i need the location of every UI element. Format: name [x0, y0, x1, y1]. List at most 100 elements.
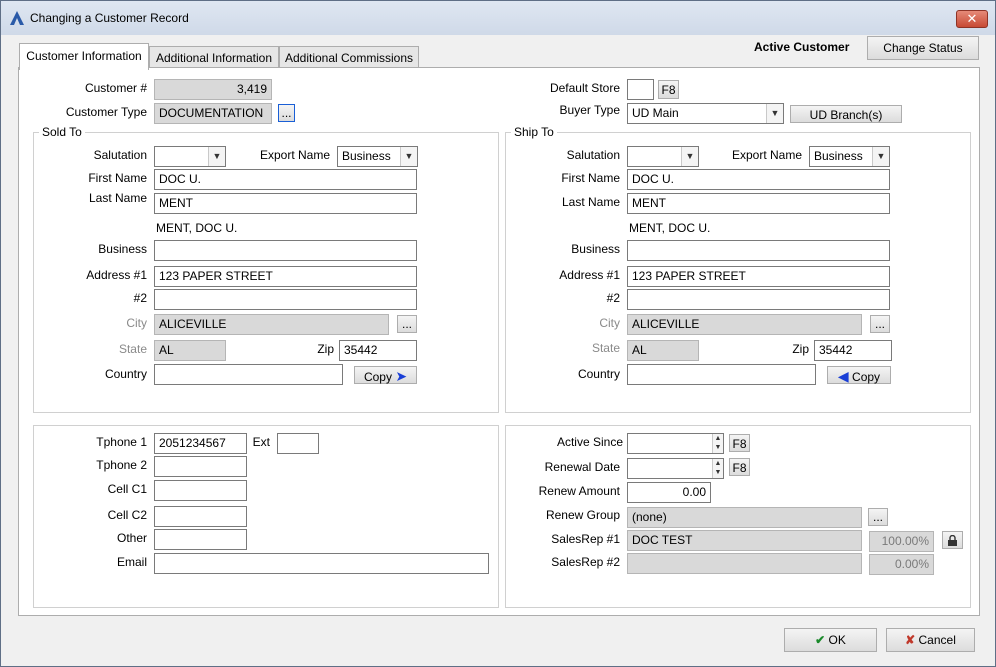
sold-to-zip-field[interactable]: 35442	[339, 340, 417, 361]
salesrep1-lock-button[interactable]	[942, 531, 963, 549]
chevron-down-icon: ▼	[400, 147, 417, 166]
customer-number-field: 3,419	[154, 79, 272, 100]
sold-to-last-name-field[interactable]: MENT	[154, 193, 417, 214]
salesrep2-label: SalesRep #2	[551, 555, 620, 569]
chevron-down-icon: ▼	[872, 147, 889, 166]
sold-to-last-name-label: Last Name	[88, 191, 147, 205]
sold-to-business-label: Business	[98, 242, 147, 256]
active-since-label: Active Since	[556, 435, 623, 449]
customer-type-label: Customer Type	[65, 105, 147, 119]
sold-to-first-name-field[interactable]: DOC U.	[154, 169, 417, 190]
renewal-date-field[interactable]: ▲ ▼	[627, 458, 724, 479]
arrow-right-icon: ➤	[395, 368, 408, 384]
ship-to-first-name-field[interactable]: DOC U.	[627, 169, 890, 190]
copy-label: Copy	[363, 370, 392, 384]
sold-to-city-label: City	[126, 316, 147, 330]
sold-to-country-label: Country	[104, 367, 147, 381]
export-name-value: Business	[342, 149, 391, 163]
arrow-left-icon: ◀	[837, 368, 849, 384]
salesrep1-percent: 100.00%	[869, 531, 934, 552]
ship-to-business-field[interactable]	[627, 240, 890, 261]
ship-to-zip-label: Zip	[792, 342, 809, 356]
tab-label: Additional Commissions	[284, 51, 414, 65]
phone2-field[interactable]	[154, 456, 247, 477]
salesrep1-field: DOC TEST	[627, 530, 862, 551]
ship-to-export-name-select[interactable]: Business ▼	[809, 146, 890, 167]
ud-branch-button[interactable]: UD Branch(s)	[790, 105, 902, 123]
salesrep2-percent: 0.00%	[869, 554, 934, 575]
checkmark-icon: ✔	[815, 633, 826, 647]
sold-to-country-field[interactable]	[154, 364, 343, 385]
export-name-value: Business	[814, 149, 863, 163]
sold-to-title: Sold To	[39, 125, 85, 139]
buyer-type-label: Buyer Type	[559, 103, 620, 117]
sold-to-address1-field[interactable]: 123 PAPER STREET	[154, 266, 417, 287]
ship-to-last-name-field[interactable]: MENT	[627, 193, 890, 214]
renew-group-label: Renew Group	[545, 508, 620, 522]
spinner-icon[interactable]: ▲ ▼	[712, 434, 723, 453]
close-icon: ✕	[966, 11, 978, 26]
cancel-label: Cancel	[918, 633, 956, 647]
sold-to-salutation-label: Salutation	[93, 148, 147, 162]
window-title: Changing a Customer Record	[30, 11, 189, 25]
sold-to-first-name-label: First Name	[88, 171, 147, 185]
sold-to-state-field: AL	[154, 340, 226, 361]
sold-to-city-lookup-button[interactable]: ...	[397, 315, 417, 333]
ship-to-address1-field[interactable]: 123 PAPER STREET	[627, 266, 890, 287]
default-store-field[interactable]	[627, 79, 654, 100]
renew-group-field: (none)	[627, 507, 862, 528]
email-label: Email	[116, 555, 147, 569]
default-store-f8-button[interactable]: F8	[658, 80, 679, 99]
ship-to-zip-field[interactable]: 35442	[814, 340, 892, 361]
ship-to-address1-label: Address #1	[559, 268, 620, 282]
other-phone-label: Other	[116, 531, 147, 545]
renewal-date-f8-button[interactable]: F8	[729, 458, 750, 476]
email-field[interactable]	[154, 553, 489, 574]
customer-number-label: Customer #	[84, 81, 147, 95]
close-button[interactable]: ✕	[956, 10, 988, 28]
sold-to-state-label: State	[118, 342, 147, 356]
ship-to-address2-field[interactable]	[627, 289, 890, 310]
ext-field[interactable]	[277, 433, 319, 454]
cell2-field[interactable]	[154, 506, 247, 527]
cancel-button[interactable]: ✘ Cancel	[886, 628, 975, 652]
ship-to-full-name: MENT, DOC U.	[629, 221, 711, 235]
tab-customer-information[interactable]: Customer Information	[19, 43, 149, 70]
ship-to-city-lookup-button[interactable]: ...	[870, 315, 890, 333]
customer-status-text: Active Customer	[754, 40, 850, 54]
ship-to-salutation-select[interactable]: ▼	[627, 146, 699, 167]
phone1-field[interactable]: 2051234567	[154, 433, 247, 454]
sold-to-copy-button[interactable]: Copy ➤	[354, 366, 417, 384]
sold-to-full-name: MENT, DOC U.	[156, 221, 238, 235]
cell2-label: Cell C2	[107, 508, 147, 522]
sold-to-business-field[interactable]	[154, 240, 417, 261]
ship-to-copy-button[interactable]: ◀ Copy	[827, 366, 891, 384]
chevron-down-icon: ▼	[766, 104, 783, 123]
tab-label: Customer Information	[26, 49, 142, 63]
ship-to-export-name-label: Export Name	[731, 148, 802, 162]
cell1-field[interactable]	[154, 480, 247, 501]
buyer-type-select[interactable]: UD Main ▼	[627, 103, 784, 124]
sold-to-address2-field[interactable]	[154, 289, 417, 310]
other-phone-field[interactable]	[154, 529, 247, 550]
phone1-label: Tphone 1	[96, 435, 147, 449]
customer-type-lookup-button[interactable]: ...	[278, 104, 295, 122]
app-logo-icon	[10, 11, 24, 25]
spinner-icon[interactable]: ▲ ▼	[712, 459, 723, 478]
ok-button[interactable]: ✔ OK	[784, 628, 877, 652]
change-status-button[interactable]: Change Status	[867, 36, 979, 60]
customer-type-field: DOCUMENTATION	[154, 103, 272, 124]
active-since-f8-button[interactable]: F8	[729, 434, 750, 452]
ship-to-city-label: City	[599, 316, 620, 330]
renew-amount-field[interactable]: 0.00	[627, 482, 711, 503]
ext-label: Ext	[252, 435, 270, 449]
ship-to-state-field: AL	[627, 340, 699, 361]
ship-to-country-field[interactable]	[627, 364, 816, 385]
active-since-field[interactable]: ▲ ▼	[627, 433, 724, 454]
renew-amount-label: Renew Amount	[538, 484, 620, 498]
salesrep2-field	[627, 553, 862, 574]
sold-to-salutation-select[interactable]: ▼	[154, 146, 226, 167]
ship-to-title: Ship To	[511, 125, 557, 139]
sold-to-export-name-select[interactable]: Business ▼	[337, 146, 418, 167]
renew-group-lookup-button[interactable]: ...	[868, 508, 888, 526]
